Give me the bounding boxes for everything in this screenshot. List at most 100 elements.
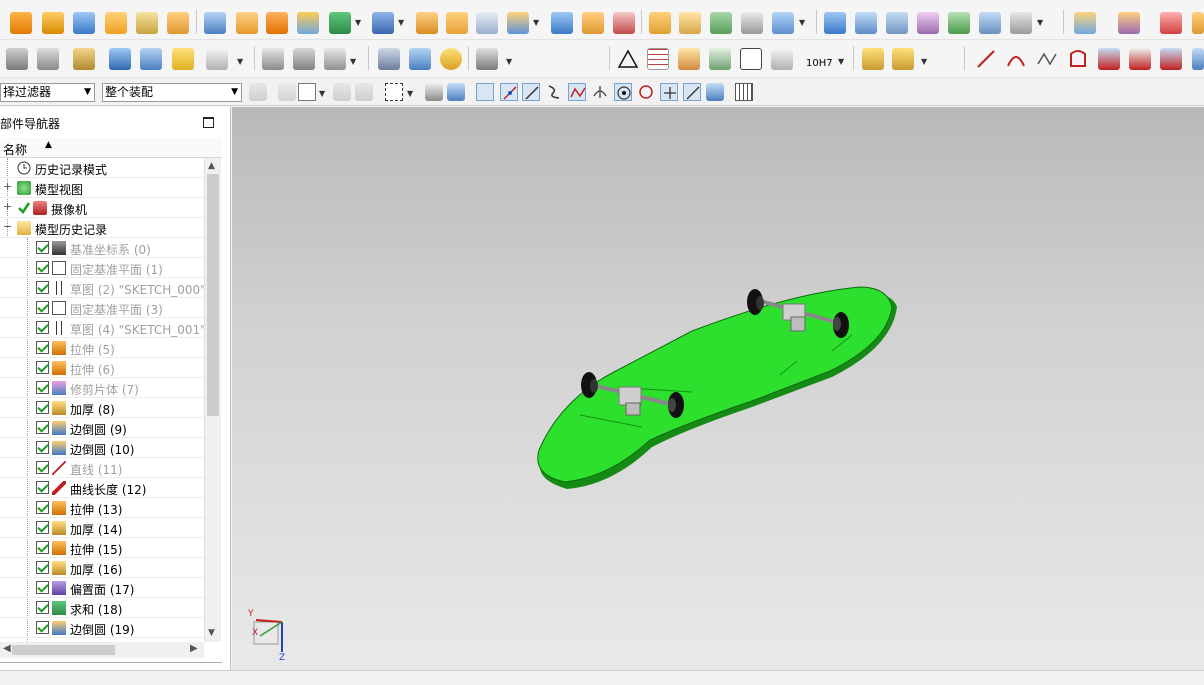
gear-design-icon[interactable]: [378, 48, 400, 70]
feature-row[interactable]: 拉伸 (6): [0, 358, 204, 378]
bearing-design-icon[interactable]: [440, 48, 462, 70]
visibility-checkbox[interactable]: [36, 621, 49, 634]
revolve-tool-icon[interactable]: [42, 12, 64, 34]
subtract-tool-icon[interactable]: [329, 12, 351, 34]
visibility-checkbox[interactable]: [36, 401, 49, 414]
column-header-name[interactable]: 名称 ▲: [0, 138, 222, 158]
visibility-checkbox[interactable]: [36, 561, 49, 574]
visibility-checkbox[interactable]: [36, 321, 49, 334]
feature-row[interactable]: 草图 (2) "SKETCH_000": [0, 278, 204, 298]
visibility-checkbox[interactable]: [36, 261, 49, 274]
visibility-checkbox[interactable]: [36, 581, 49, 594]
selection-scope-select[interactable]: 整个装配 ▼: [102, 83, 242, 102]
profile-tool-icon[interactable]: [1067, 48, 1089, 70]
visibility-checkbox[interactable]: [36, 601, 49, 614]
spline-tool-icon[interactable]: [1036, 48, 1058, 70]
snap-midpoint-icon[interactable]: [500, 83, 518, 101]
unite-tool-icon[interactable]: [297, 12, 319, 34]
snap-spline-icon[interactable]: [568, 83, 586, 101]
chevron-down-icon[interactable]: ▼: [355, 18, 361, 27]
split-body-tool-icon[interactable]: [649, 12, 671, 34]
feature-row[interactable]: 偏置面 (17): [0, 578, 204, 598]
curve-analysis-icon[interactable]: [324, 48, 346, 70]
chamfer-tool-icon[interactable]: [446, 12, 468, 34]
feature-row[interactable]: 固定基准平面 (3): [0, 298, 204, 318]
snap-curve-icon[interactable]: [545, 83, 563, 101]
triangle-icon[interactable]: [617, 48, 639, 70]
text-tool-icon[interactable]: [206, 48, 228, 70]
chevron-down-icon[interactable]: ▼: [799, 18, 805, 27]
feature-row[interactable]: 拉伸 (5): [0, 338, 204, 358]
select-features-icon[interactable]: [298, 83, 316, 101]
chevron-down-icon[interactable]: ▼: [237, 57, 243, 66]
note-tool-icon[interactable]: [740, 48, 762, 70]
pattern-tool-icon[interactable]: [678, 48, 700, 70]
offset-curve-tool-icon[interactable]: [1098, 48, 1120, 70]
table-tool-icon[interactable]: [647, 48, 669, 70]
patch-tool-icon[interactable]: [710, 12, 732, 34]
feature-row[interactable]: 边倒圆 (19): [0, 618, 204, 638]
curve-rules-icon[interactable]: [333, 83, 351, 101]
intersection-curve-tool-icon[interactable]: [1160, 48, 1182, 70]
type-filter-select[interactable]: 择过滤器 ▼: [0, 83, 95, 102]
snap-center-icon[interactable]: [614, 83, 632, 101]
scroll-left-icon[interactable]: ◀: [3, 643, 11, 654]
chevron-down-icon[interactable]: ▼: [533, 18, 539, 27]
add-component-icon[interactable]: [140, 48, 162, 70]
feature-row[interactable]: 加厚 (16): [0, 558, 204, 578]
sort-ascending-icon[interactable]: ▲: [45, 140, 52, 150]
chevron-down-icon[interactable]: ▼: [398, 18, 404, 27]
replace-face-tool-icon[interactable]: [1160, 12, 1182, 34]
maximize-icon[interactable]: [203, 117, 214, 128]
chevron-down-icon[interactable]: ▼: [1037, 18, 1043, 27]
n-sided-surface-tool-icon[interactable]: [917, 12, 939, 34]
feature-row[interactable]: 直线 (11): [0, 458, 204, 478]
feature-row[interactable]: 边倒圆 (9): [0, 418, 204, 438]
snap-point-on-curve-icon[interactable]: [683, 83, 701, 101]
skateboard-model[interactable]: [232, 107, 1204, 670]
chevron-down-icon[interactable]: ▼: [350, 57, 356, 66]
visibility-checkbox[interactable]: [36, 341, 49, 354]
snap-tangent-icon[interactable]: [591, 83, 609, 101]
draft-tool-icon[interactable]: [507, 12, 529, 34]
visibility-checkbox[interactable]: [36, 361, 49, 374]
scroll-thumb[interactable]: [12, 645, 115, 655]
show-hide-icon[interactable]: [425, 83, 443, 101]
pad-tool-icon[interactable]: [266, 12, 288, 34]
network-tool-icon[interactable]: [709, 48, 731, 70]
block-tool-icon[interactable]: [73, 12, 95, 34]
extrude-tool-icon[interactable]: [10, 12, 32, 34]
chevron-down-icon[interactable]: ▼: [319, 89, 325, 98]
feature-row[interactable]: 加厚 (14): [0, 518, 204, 538]
visibility-checkbox[interactable]: [36, 481, 49, 494]
offset-tool-icon[interactable]: [551, 12, 573, 34]
snap-point-icon[interactable]: [278, 83, 296, 101]
tolerance-label[interactable]: 10H7: [806, 58, 833, 69]
draft-analysis-icon[interactable]: [293, 48, 315, 70]
visibility-checkbox[interactable]: [36, 541, 49, 554]
surface-analysis-icon[interactable]: [262, 48, 284, 70]
dimension-tool-icon[interactable]: [771, 48, 793, 70]
new-component-icon[interactable]: [172, 48, 194, 70]
assembly-library-icon[interactable]: [892, 48, 914, 70]
chevron-down-icon[interactable]: ▼: [506, 57, 512, 66]
spring-design-icon[interactable]: [409, 48, 431, 70]
tree-node-model-history[interactable]: − 模型历史记录: [0, 218, 204, 238]
assembly-constraints-icon[interactable]: [109, 48, 131, 70]
snap-grid-icon[interactable]: [735, 83, 753, 101]
tree-node-model-views[interactable]: + 模型视图: [0, 178, 204, 198]
snap-point-on-surface-icon[interactable]: [706, 83, 724, 101]
visibility-checkbox[interactable]: [36, 441, 49, 454]
scroll-down-icon[interactable]: ▼: [208, 628, 215, 638]
intersect-tool-icon[interactable]: [372, 12, 394, 34]
feature-row[interactable]: 修剪片体 (7): [0, 378, 204, 398]
extract-curve-tool-icon[interactable]: [1192, 48, 1204, 70]
feature-row[interactable]: 求和 (18): [0, 598, 204, 618]
chevron-down-icon[interactable]: ▼: [921, 57, 927, 66]
thicken-tool-icon[interactable]: [741, 12, 763, 34]
shaded-view-icon[interactable]: [447, 83, 465, 101]
feature-row[interactable]: 加厚 (8): [0, 398, 204, 418]
feature-row[interactable]: 固定基准平面 (1): [0, 258, 204, 278]
trim-body-tool-icon[interactable]: [613, 12, 635, 34]
cylinder-tool-icon[interactable]: [105, 12, 127, 34]
